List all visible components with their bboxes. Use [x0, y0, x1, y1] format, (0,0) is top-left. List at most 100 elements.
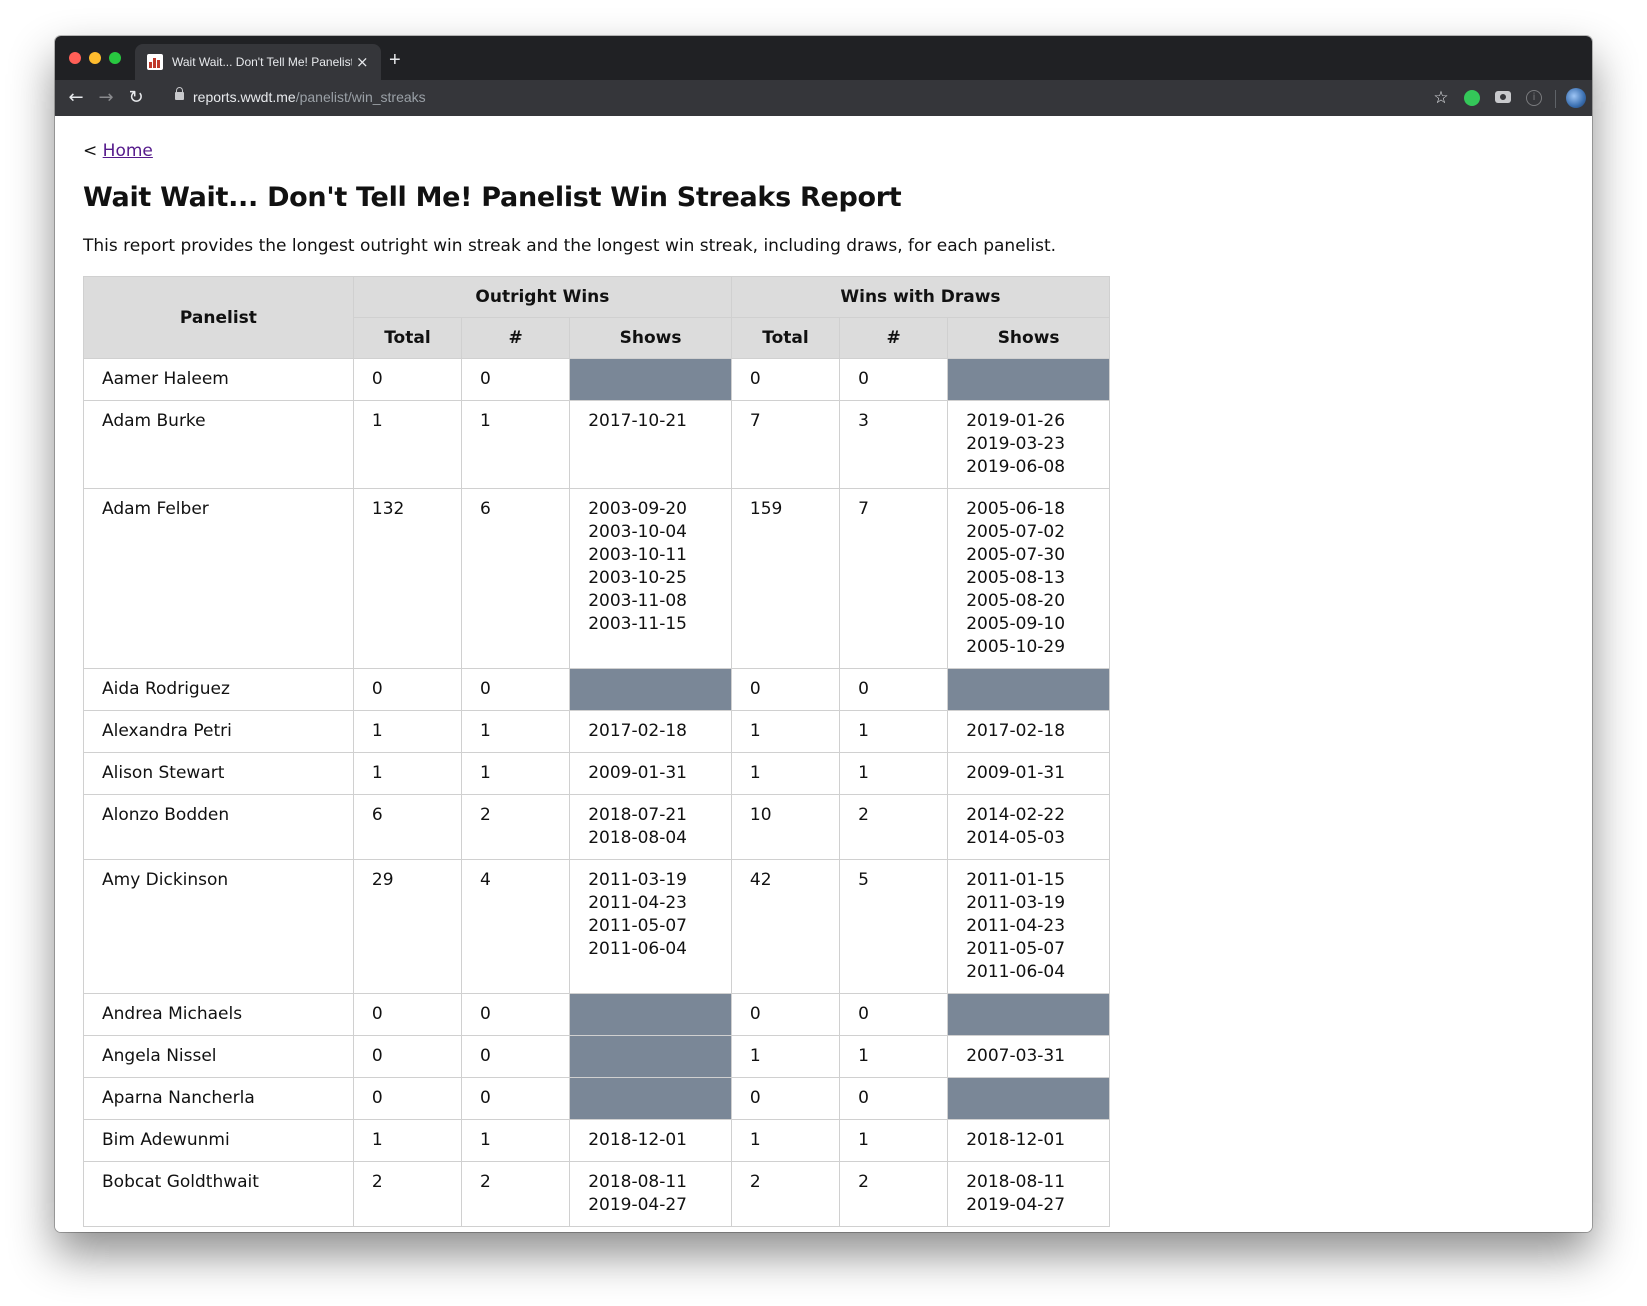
outright-total: 1	[352, 752, 463, 795]
outright-shows: 2003-09-20 2003-10-04 2003-10-11 2003-10-25…	[569, 488, 732, 669]
table-row: Alonzo Bodden 6 2 2018-07-21 2018-08-04 10 2 20…	[83, 794, 1110, 860]
profile-avatar[interactable]	[1566, 88, 1586, 108]
draws-total: 42	[730, 859, 841, 994]
outright-total: 132	[352, 488, 463, 669]
panelist-name: Bim Adewunmi	[83, 1119, 354, 1162]
breadcrumb: < Home	[83, 141, 153, 161]
draws-shows	[947, 358, 1110, 401]
outright-shows: 2009-01-31	[569, 752, 732, 795]
draws-shows: 2009-01-31	[947, 752, 1110, 795]
show-date: 2019-03-23	[966, 434, 1066, 454]
draws-total: 7	[730, 400, 841, 489]
show-date: 2005-08-13	[966, 568, 1066, 588]
outright-total: 29	[352, 859, 463, 994]
show-date: 2005-08-20	[966, 591, 1066, 611]
table-row: Amy Dickinson 29 4 2011-03-19 2011-04-23 2011…	[83, 859, 1110, 994]
outright-count: 4	[461, 859, 571, 994]
outright-total: 1	[352, 400, 463, 489]
draws-total: 1	[730, 1035, 841, 1078]
outright-total: 1	[352, 710, 463, 753]
breadcrumb-prefix: <	[83, 141, 103, 161]
show-date: 2019-01-26	[966, 411, 1066, 431]
extension-green-icon[interactable]	[1464, 90, 1480, 106]
url-text: reports.wwdt.me/panelist/win_streaks	[193, 89, 426, 105]
draws-shows: 2019-01-26 2019-03-23 2019-06-08	[947, 400, 1110, 489]
outright-count: 0	[461, 358, 571, 401]
panelist-header: Panelist	[83, 276, 354, 359]
panelist-name: Amy Dickinson	[83, 859, 354, 994]
forward-arrow-icon[interactable]: →	[94, 86, 118, 110]
table-row: Alison Stewart 1 1 2009-01-31 1 1 2009-01-31	[83, 752, 1110, 795]
bookmark-star-icon[interactable]: ☆	[1431, 88, 1451, 108]
outright-shows	[569, 993, 732, 1036]
outright-shows: 2018-08-11 2019-04-27	[569, 1161, 732, 1227]
outright-shows	[569, 1077, 732, 1120]
outright-shows	[569, 1035, 732, 1078]
draws-shows: 2017-02-18	[947, 710, 1110, 753]
show-date: 2018-07-21	[588, 805, 687, 825]
draws-total: 1	[730, 752, 841, 795]
show-date: 2019-04-27	[588, 1195, 687, 1215]
back-arrow-icon[interactable]: ←	[64, 86, 88, 110]
show-date: 2011-03-19	[966, 893, 1066, 913]
reload-icon[interactable]: ↻	[124, 86, 148, 110]
outright-shows-header: Shows	[569, 317, 732, 359]
home-link[interactable]: Home	[103, 141, 153, 161]
zoom-window-button[interactable]	[109, 52, 121, 64]
draws-shows: 2011-01-15 2011-03-19 2011-04-23 2011-05-07…	[947, 859, 1110, 994]
outright-shows	[569, 358, 732, 401]
draws-shows	[947, 1077, 1110, 1120]
draws-shows: 2007-03-31	[947, 1035, 1110, 1078]
show-date: 2003-11-08	[588, 591, 687, 611]
draws-count: 5	[839, 859, 949, 994]
draws-total: 1	[730, 1119, 841, 1162]
show-date: 2018-12-01	[588, 1130, 687, 1150]
outright-count: 0	[461, 1035, 571, 1078]
draws-shows: 2018-08-11 2019-04-27	[947, 1161, 1110, 1227]
tab-title: Wait Wait... Don't Tell Me! Panelist Win…	[172, 55, 352, 69]
outright-total: 2	[352, 1161, 463, 1227]
show-date: 2019-06-08	[966, 457, 1066, 477]
show-date: 2009-01-31	[588, 763, 687, 783]
outright-shows: 2017-02-18	[569, 710, 732, 753]
draws-count: 3	[839, 400, 949, 489]
minimize-window-button[interactable]	[89, 52, 101, 64]
win-streaks-table: Panelist Outright Wins Wins with Draws T…	[83, 276, 1111, 1227]
panelist-name: Aamer Haleem	[83, 358, 354, 401]
tab-close-icon[interactable]: ×	[356, 53, 369, 71]
outright-count: 6	[461, 488, 571, 669]
draws-shows-header: Shows	[947, 317, 1110, 359]
page-title: Wait Wait... Don't Tell Me! Panelist Win…	[83, 182, 902, 213]
draws-count: 1	[839, 710, 949, 753]
address-bar[interactable]: reports.wwdt.me/panelist/win_streaks	[165, 83, 1435, 113]
browser-tab-active[interactable]: Wait Wait... Don't Tell Me! Panelist Win…	[135, 44, 381, 80]
table-row: Aamer Haleem 0 0 0 0	[83, 358, 1110, 401]
show-date: 2011-06-04	[588, 939, 687, 959]
tab-strip: Wait Wait... Don't Tell Me! Panelist Win…	[55, 36, 1592, 80]
show-date: 2011-01-15	[966, 870, 1066, 890]
draws-count: 0	[839, 1077, 949, 1120]
outright-count: 0	[461, 993, 571, 1036]
panelist-name: Bobcat Goldthwait	[83, 1161, 354, 1227]
draws-total: 10	[730, 794, 841, 860]
new-tab-button[interactable]: +	[389, 49, 401, 72]
outright-shows: 2018-07-21 2018-08-04	[569, 794, 732, 860]
outright-shows	[569, 668, 732, 711]
draws-total: 1	[730, 710, 841, 753]
outright-count: 1	[461, 752, 571, 795]
show-date: 2014-02-22	[966, 805, 1066, 825]
page-content: < Home Wait Wait... Don't Tell Me! Panel…	[55, 116, 1592, 1232]
info-extension-icon[interactable]: i	[1526, 90, 1542, 106]
outright-shows: 2018-12-01	[569, 1119, 732, 1162]
draws-shows: 2018-12-01	[947, 1119, 1110, 1162]
show-date: 2005-07-30	[966, 545, 1066, 565]
close-window-button[interactable]	[69, 52, 81, 64]
outright-total-header: Total	[352, 317, 463, 359]
panelist-name: Adam Burke	[83, 400, 354, 489]
draws-shows	[947, 668, 1110, 711]
outright-count: 1	[461, 1119, 571, 1162]
camera-extension-icon[interactable]	[1495, 91, 1511, 103]
outright-total: 0	[352, 668, 463, 711]
show-date: 2011-06-04	[966, 962, 1066, 982]
table-row: Andrea Michaels 0 0 0 0	[83, 993, 1110, 1036]
